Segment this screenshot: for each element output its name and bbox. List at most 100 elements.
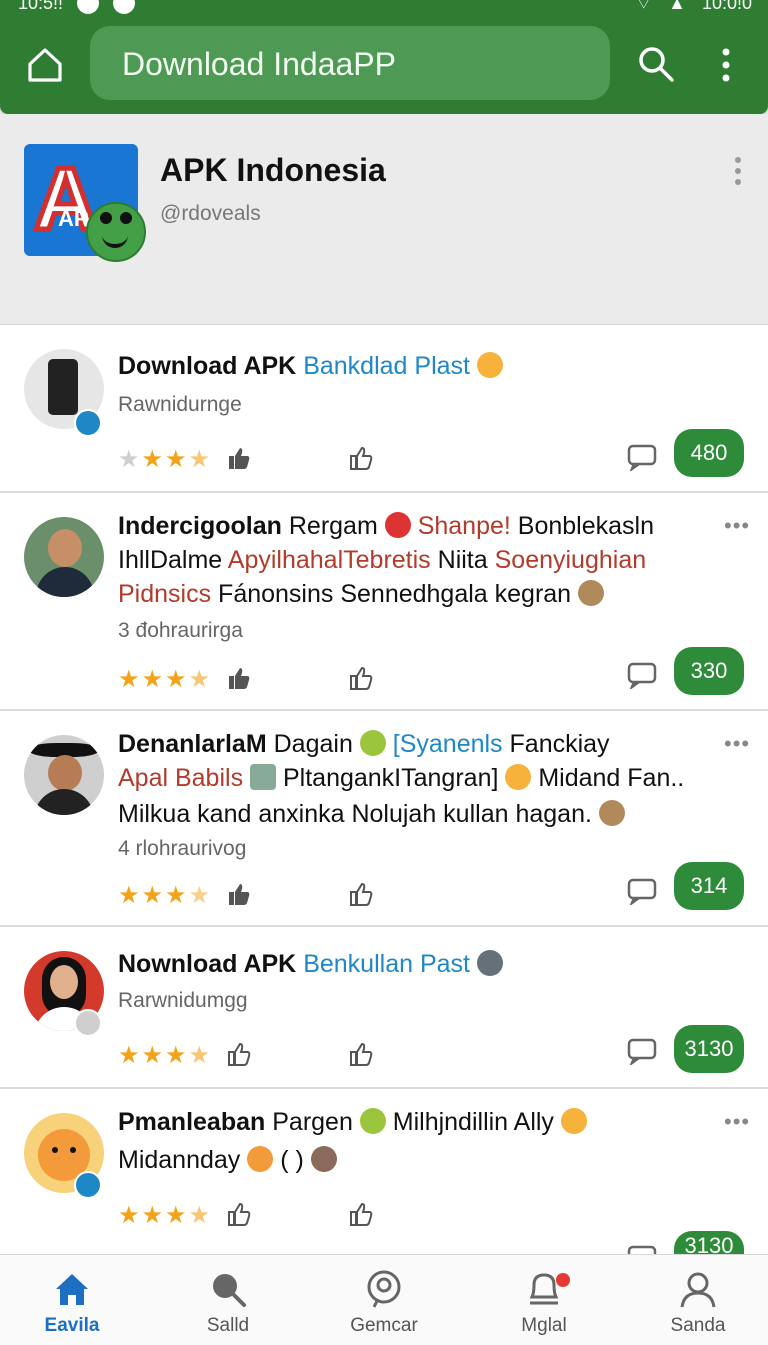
post-title: Download APK Bankdlad Plast — [118, 349, 503, 383]
star-icon: ★ — [118, 882, 140, 909]
nav-item-search[interactable]: Salld — [168, 1255, 288, 1345]
signal-icon: ▲ — [668, 0, 686, 13]
thumbs-up-icon[interactable] — [348, 665, 374, 691]
feed-post[interactable]: Download APK Bankdlad Plast Rawnidurnge … — [0, 325, 768, 493]
post-text-line: IhllDalme ApyilhahalTebretis Niita Soeny… — [118, 546, 647, 574]
badge-icon — [74, 1171, 102, 1199]
post-link[interactable]: Bankdlad Plast — [303, 352, 470, 380]
rating-stars: ★ ★ ★ ★ — [118, 881, 210, 910]
star-icon: ★ — [141, 446, 164, 473]
phone-icon — [48, 359, 78, 415]
star-icon: ★ — [165, 446, 187, 473]
more-horiz-icon[interactable]: ••• — [724, 513, 750, 539]
star-icon: ★ — [118, 666, 140, 693]
post-text-line: Apal Babils PltangankITangran] Midand Fa… — [118, 764, 685, 792]
search-icon[interactable] — [636, 44, 676, 84]
emoji-icon — [359, 1108, 386, 1134]
thumbs-up-icon[interactable] — [348, 881, 374, 907]
nav-label: Mglal — [521, 1315, 567, 1336]
chat-bubble-icon — [367, 1270, 401, 1308]
search-field[interactable]: Download IndaaPP — [90, 26, 610, 100]
count-badge[interactable]: 3130 — [674, 1231, 744, 1255]
emoji-icon — [598, 800, 625, 826]
star-icon: ★ — [188, 882, 211, 909]
avatar[interactable] — [24, 517, 104, 597]
more-vert-icon[interactable] — [732, 156, 744, 186]
count-badge[interactable]: 330 — [674, 647, 744, 695]
star-icon: ★ — [141, 1202, 164, 1229]
star-icon: ★ — [165, 1202, 187, 1229]
profile-header: A AP APK Indonesia @rdoveals — [0, 114, 768, 325]
star-icon: ★ — [141, 882, 164, 909]
emoji-icon — [359, 730, 386, 756]
star-icon: ★ — [165, 666, 187, 693]
post-text-line: Pmanleaban Pargen Milhjndillin Ally — [118, 1105, 587, 1139]
post-subtitle: 3 đohraurirga — [118, 619, 243, 642]
status-bar: 10:5!! ⌔ ▲ 10:0!0 — [0, 0, 768, 14]
feed-post[interactable]: Indercigoolan Rergam Shanpe! Bonblekasln… — [0, 493, 768, 711]
feed-post[interactable]: Pmanleaban Pargen Milhjndillin Ally Mida… — [0, 1089, 768, 1255]
star-icon: ★ — [141, 1042, 164, 1069]
star-icon: ★ — [118, 446, 140, 473]
thumbs-up-icon[interactable] — [348, 1201, 374, 1227]
rating-stars: ★ ★ ★ ★ — [118, 445, 210, 474]
app-logo-text: AP — [58, 206, 89, 231]
rating-stars: ★ ★ ★ ★ — [118, 1041, 210, 1070]
star-icon: ★ — [188, 1202, 211, 1229]
status-time-right: 10:0!0 — [701, 0, 752, 13]
post-text-line: DenanlarlaM Dagain [Syanenls Fanckiay — [118, 730, 610, 758]
emoji-icon — [247, 1146, 274, 1172]
nav-item-profile[interactable]: Sanda — [638, 1255, 758, 1345]
post-link[interactable]: [Syanenls — [393, 730, 503, 758]
nav-label: Eavila — [44, 1315, 100, 1336]
feed-post[interactable]: DenanlarlaM Dagain [Syanenls Fanckiay Ap… — [0, 711, 768, 927]
count-badge[interactable]: 3130 — [674, 1025, 744, 1073]
post-text-line: Indercigoolan Rergam Shanpe! Bonblekasln — [118, 512, 654, 540]
post-subtitle: Rawnidurnge — [118, 393, 242, 416]
thumbs-up-icon[interactable] — [226, 1201, 252, 1227]
post-text-line: Midannday ( ) — [118, 1143, 337, 1177]
star-icon: ★ — [165, 1042, 187, 1069]
emoji-icon — [505, 764, 532, 790]
person-icon — [680, 1272, 716, 1308]
thumbs-up-filled-icon[interactable] — [226, 445, 252, 471]
play-badge-icon — [74, 409, 102, 437]
emoji-icon — [560, 1108, 587, 1134]
more-horiz-icon[interactable]: ••• — [724, 731, 750, 757]
thumbs-up-icon[interactable] — [348, 1041, 374, 1067]
feed-post[interactable]: Nownload APK Benkullan Past Rarwnidumgg … — [0, 927, 768, 1089]
home-icon[interactable] — [24, 44, 66, 86]
avatar[interactable] — [24, 735, 104, 815]
star-icon: ★ — [141, 666, 164, 693]
more-vert-icon[interactable] — [716, 46, 736, 84]
comment-icon[interactable] — [626, 875, 658, 905]
wifi-icon: ⌔ — [635, 0, 653, 13]
comment-icon[interactable] — [626, 1035, 658, 1065]
nav-label: Sanda — [670, 1315, 726, 1336]
status-time-left: 10:5!! — [18, 0, 64, 13]
post-text-line: Pidnsics Fánonsins Sennedhgala kegran — [118, 577, 605, 611]
nav-item-home[interactable]: Eavila — [12, 1255, 132, 1345]
count-badge[interactable]: 314 — [674, 862, 744, 910]
nav-label: Gemcar — [350, 1315, 418, 1336]
comment-icon[interactable] — [626, 441, 658, 471]
comment-icon[interactable] — [626, 659, 658, 689]
search-icon — [213, 1274, 246, 1307]
star-icon: ★ — [188, 446, 211, 473]
emoji-icon — [250, 764, 277, 790]
notification-icon — [77, 0, 100, 14]
emoji-icon — [578, 580, 605, 606]
star-icon: ★ — [165, 882, 187, 909]
thumbs-up-icon[interactable] — [226, 1041, 252, 1067]
rating-stars: ★ ★ ★ ★ — [118, 665, 210, 694]
thumbs-up-filled-icon[interactable] — [226, 881, 252, 907]
nav-item-community[interactable]: Gemcar — [324, 1255, 444, 1345]
thumbs-up-filled-icon[interactable] — [226, 665, 252, 691]
post-link[interactable]: Benkullan Past — [303, 950, 470, 978]
count-badge[interactable]: 480 — [674, 429, 744, 477]
home-icon — [56, 1274, 88, 1305]
star-icon: ★ — [188, 666, 211, 693]
more-horiz-icon[interactable]: ••• — [724, 1109, 750, 1135]
thumbs-up-icon[interactable] — [348, 445, 374, 471]
nav-item-messages[interactable]: Mglal — [484, 1255, 604, 1345]
